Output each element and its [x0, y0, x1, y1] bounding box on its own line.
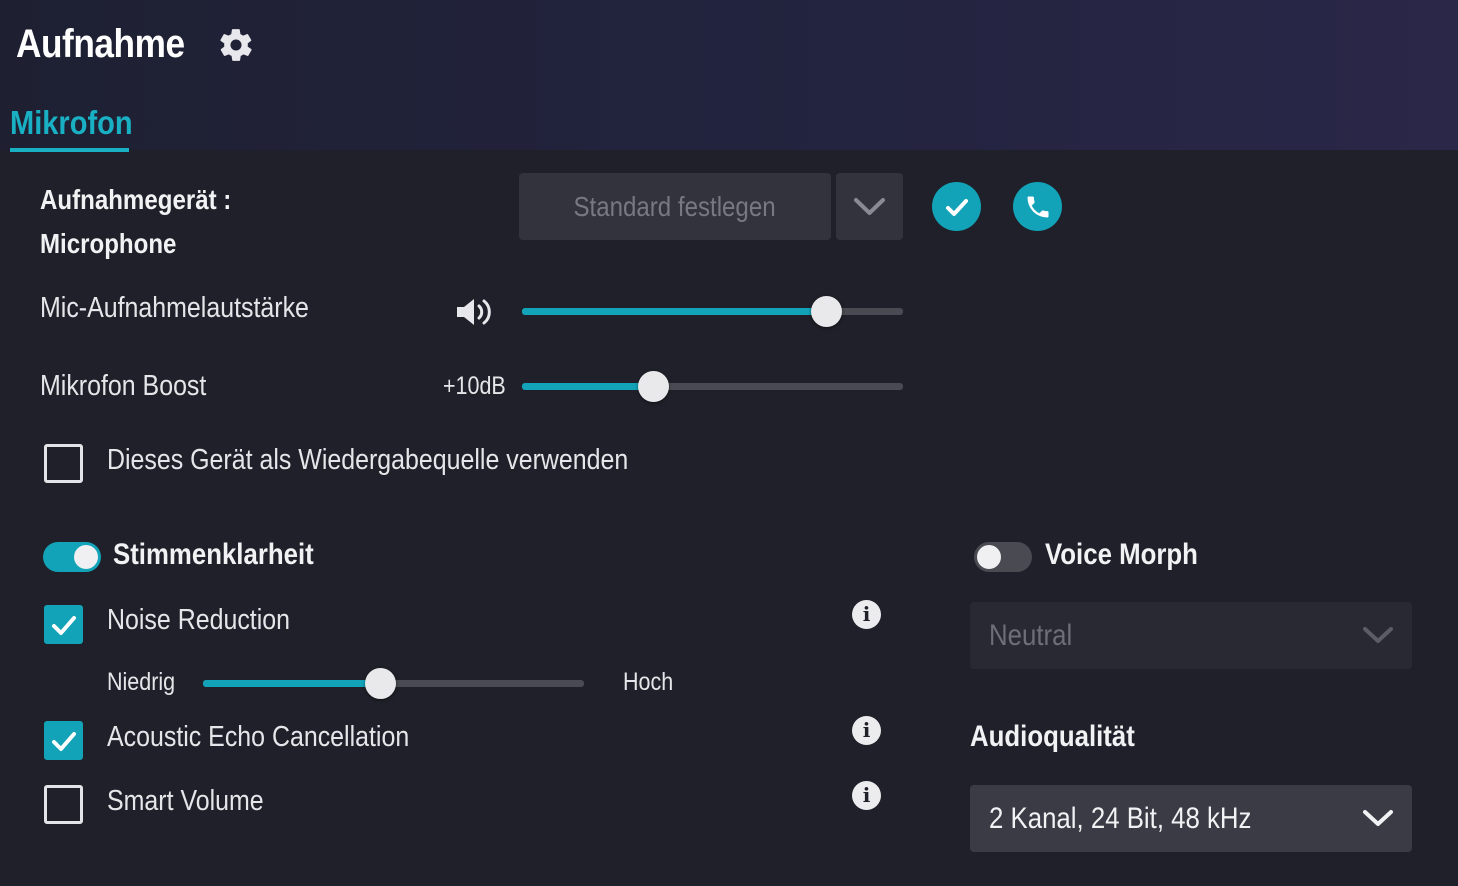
device-label-title: Aufnahmegerät : — [40, 184, 232, 215]
tab-underline — [10, 148, 129, 152]
voice-clarity-toggle[interactable] — [43, 542, 101, 572]
page-title: Aufnahme — [16, 22, 185, 66]
voice-morph-preset-select[interactable]: Neutral — [970, 602, 1412, 669]
mic-boost-slider[interactable] — [522, 371, 903, 402]
voice-morph-preset-value: Neutral — [989, 619, 1073, 652]
slider-thumb[interactable] — [637, 371, 669, 402]
device-dropdown-button[interactable] — [836, 173, 903, 240]
echo-cancellation-label: Acoustic Echo Cancellation — [107, 721, 410, 753]
info-icon[interactable]: i — [852, 781, 881, 810]
voice-clarity-label: Stimmenklarheit — [113, 538, 314, 571]
playback-source-checkbox[interactable] — [44, 444, 83, 483]
confirm-device-button[interactable] — [932, 182, 981, 231]
chevron-down-icon — [1363, 810, 1393, 826]
level-high-label: Hoch — [623, 668, 674, 696]
check-icon — [51, 731, 76, 751]
chevron-down-icon — [854, 198, 885, 215]
info-icon[interactable]: i — [852, 716, 881, 745]
smart-volume-checkbox[interactable] — [44, 785, 83, 824]
check-icon — [51, 615, 76, 635]
audio-quality-value: 2 Kanal, 24 Bit, 48 kHz — [989, 802, 1252, 835]
device-label: Aufnahmegerät : Microphone — [40, 178, 231, 266]
set-default-label: Standard festlegen — [573, 191, 777, 222]
header-bar — [0, 0, 1458, 150]
noise-reduction-label: Noise Reduction — [107, 604, 291, 636]
slider-thumb[interactable] — [364, 668, 396, 699]
gear-icon[interactable] — [217, 26, 255, 64]
noise-reduction-level-slider[interactable] — [203, 668, 584, 699]
device-name: Microphone — [40, 228, 177, 259]
slider-fill — [522, 383, 654, 390]
voice-morph-toggle[interactable] — [974, 542, 1032, 572]
mic-volume-slider[interactable] — [522, 296, 903, 327]
voice-morph-label: Voice Morph — [1045, 538, 1198, 571]
speaker-icon[interactable] — [455, 296, 497, 328]
audio-quality-select[interactable]: 2 Kanal, 24 Bit, 48 kHz — [970, 785, 1412, 852]
phone-icon — [1027, 196, 1048, 217]
call-test-button[interactable] — [1013, 182, 1062, 231]
playback-source-label: Dieses Gerät als Wiedergabequelle verwen… — [107, 444, 629, 476]
mic-boost-value: +10dB — [443, 372, 506, 400]
mic-volume-label: Mic-Aufnahmelautstärke — [40, 292, 309, 324]
level-low-label: Niedrig — [107, 668, 176, 696]
slider-fill — [522, 308, 827, 315]
toggle-knob — [74, 545, 98, 569]
toggle-knob — [977, 545, 1001, 569]
slider-fill — [203, 680, 381, 687]
mic-boost-label: Mikrofon Boost — [40, 370, 207, 402]
tab-mikrofon[interactable]: Mikrofon — [10, 104, 133, 142]
slider-thumb[interactable] — [811, 296, 843, 327]
smart-volume-label: Smart Volume — [107, 785, 264, 817]
chevron-down-icon — [1363, 627, 1393, 643]
info-icon[interactable]: i — [852, 600, 881, 629]
noise-reduction-checkbox[interactable] — [44, 605, 83, 644]
echo-cancellation-checkbox[interactable] — [44, 721, 83, 760]
audio-quality-label: Audioqualität — [970, 720, 1135, 753]
check-icon — [945, 198, 968, 216]
set-default-button[interactable]: Standard festlegen — [519, 173, 831, 240]
